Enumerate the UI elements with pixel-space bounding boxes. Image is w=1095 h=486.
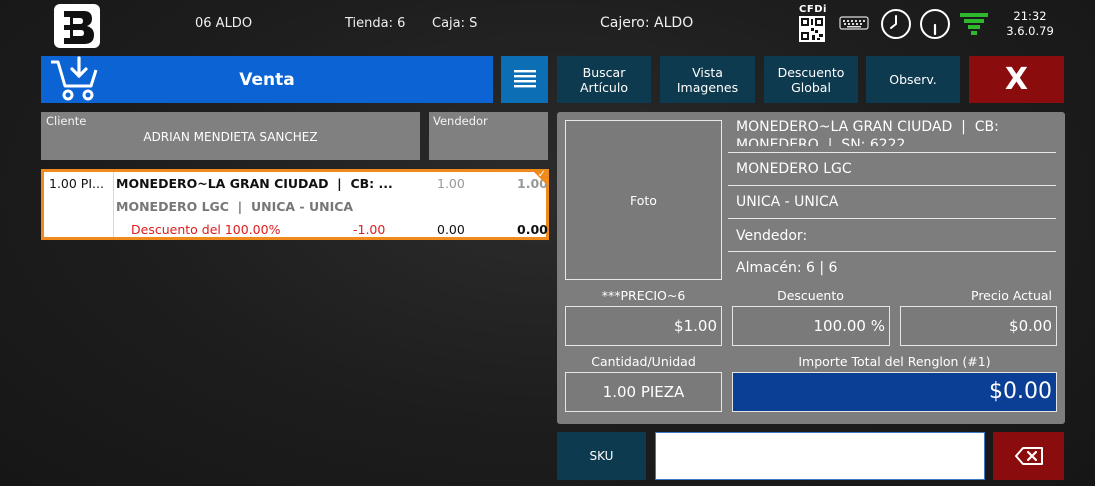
product-title-line2: MONEDERO | SN: 6222 bbox=[736, 137, 906, 146]
backspace-button[interactable] bbox=[993, 432, 1064, 480]
divider bbox=[728, 251, 1056, 252]
view-images-label-2: Imagenes bbox=[676, 79, 739, 95]
product-seller: Vendedor: bbox=[736, 228, 808, 244]
qty-label: Cantidad/Unidad bbox=[591, 354, 696, 369]
signal-icon bbox=[958, 11, 990, 41]
item-subtitle: MONEDERO LGC | UNICA - UNICA bbox=[116, 199, 354, 214]
qty-value: 1.00 PIEZA bbox=[602, 383, 685, 401]
search-article-button[interactable]: Buscar Artículo bbox=[557, 56, 651, 103]
total-label: Importe Total del Renglon (#1) bbox=[798, 354, 991, 369]
total-field: $0.00 bbox=[732, 372, 1057, 412]
hamburger-icon bbox=[514, 70, 536, 88]
current-price-value: $0.00 bbox=[1009, 317, 1052, 335]
sale-button[interactable]: Venta bbox=[41, 56, 493, 103]
item-price: 1.00 bbox=[437, 176, 465, 191]
item-name: MONEDERO~LA GRAN CIUDAD | CB: ... bbox=[116, 176, 393, 191]
product-title-line1: MONEDERO~LA GRAN CIUDAD | CB: bbox=[736, 119, 999, 135]
backspace-icon bbox=[1014, 447, 1043, 465]
version-text: 3.6.0.79 bbox=[1006, 24, 1054, 38]
price-label: ***PRECIO~6 bbox=[601, 288, 686, 303]
menu-button[interactable] bbox=[501, 56, 548, 103]
search-article-label-1: Buscar bbox=[582, 64, 626, 80]
cfdi-button[interactable]: CFDi bbox=[798, 4, 828, 44]
item-discount-value: -1.00 bbox=[353, 222, 386, 237]
price-field[interactable]: $1.00 bbox=[565, 306, 722, 346]
item-qty: 1.00 PI... bbox=[49, 176, 104, 191]
item-col-b: 0.00 bbox=[517, 222, 548, 237]
customer-field[interactable]: Cliente ADRIAN MENDIETA SANCHEZ bbox=[41, 112, 420, 160]
branch-label: 06 ALDO bbox=[195, 16, 253, 31]
product-photo[interactable]: Foto bbox=[565, 120, 722, 280]
sale-title: Venta bbox=[239, 70, 295, 90]
product-variant: UNICA - UNICA bbox=[736, 194, 839, 210]
item-col-a: 0.00 bbox=[437, 222, 465, 237]
notes-label: Observ. bbox=[889, 72, 937, 87]
global-discount-button[interactable]: Descuento Global bbox=[764, 56, 858, 103]
clock-readout: 21:32 3.6.0.79 bbox=[995, 9, 1065, 39]
view-images-button[interactable]: Vista Imagenes bbox=[660, 56, 755, 103]
total-value: $0.00 bbox=[989, 379, 1052, 404]
product-warehouse: Almacén: 6 | 6 bbox=[736, 260, 838, 276]
customer-name: ADRIAN MENDIETA SANCHEZ bbox=[143, 130, 318, 144]
sku-button[interactable]: SKU bbox=[557, 432, 646, 480]
keyboard-icon[interactable] bbox=[839, 15, 869, 35]
view-images-label-1: Vista bbox=[692, 64, 723, 80]
current-price-field[interactable]: $0.00 bbox=[900, 306, 1057, 346]
price-value: $1.00 bbox=[674, 317, 717, 335]
product-title: MONEDERO~LA GRAN CIUDAD | CB: MONEDERO |… bbox=[736, 118, 1056, 146]
seller-field[interactable]: Vendedor bbox=[429, 112, 548, 160]
check-icon: ✓ bbox=[537, 169, 546, 180]
notes-button[interactable]: Observ. bbox=[866, 56, 960, 103]
current-price-label: Precio Actual bbox=[971, 288, 1052, 303]
customer-label: Cliente bbox=[46, 114, 87, 128]
seller-label: Vendedor bbox=[433, 114, 488, 128]
divider bbox=[728, 218, 1056, 219]
cashier-label: Cajero: ALDO bbox=[600, 15, 694, 31]
product-brand: MONEDERO LGC bbox=[736, 161, 852, 177]
global-discount-label-2: Global bbox=[791, 79, 831, 95]
item-discount-text: Descuento del 100.00% bbox=[131, 222, 281, 237]
discount-field[interactable]: 100.00 % bbox=[732, 306, 890, 346]
divider bbox=[728, 152, 1056, 153]
cfdi-label: CFDi bbox=[799, 4, 827, 15]
app-logo bbox=[52, 3, 102, 49]
global-discount-label-1: Descuento bbox=[777, 64, 845, 80]
discount-value: 100.00 % bbox=[813, 317, 885, 335]
qr-code-icon bbox=[799, 16, 825, 42]
close-button[interactable]: X bbox=[969, 56, 1064, 103]
close-icon: X bbox=[1004, 62, 1029, 97]
photo-label: Foto bbox=[630, 192, 657, 208]
search-article-label-2: Artículo bbox=[580, 79, 628, 95]
time-text: 21:32 bbox=[1013, 9, 1047, 23]
discount-label: Descuento bbox=[777, 288, 844, 303]
divider bbox=[728, 185, 1056, 186]
sku-input[interactable] bbox=[655, 432, 985, 480]
sku-label: SKU bbox=[589, 448, 614, 463]
store-label: Tienda: 6 bbox=[345, 16, 406, 31]
table-row[interactable]: 1.00 PI... MONEDERO~LA GRAN CIUDAD | CB:… bbox=[41, 169, 549, 240]
qty-field[interactable]: 1.00 PIEZA bbox=[565, 372, 722, 412]
register-label: Caja: S bbox=[432, 16, 478, 31]
gauge-icon[interactable] bbox=[919, 8, 951, 44]
clock-icon[interactable] bbox=[880, 8, 912, 44]
